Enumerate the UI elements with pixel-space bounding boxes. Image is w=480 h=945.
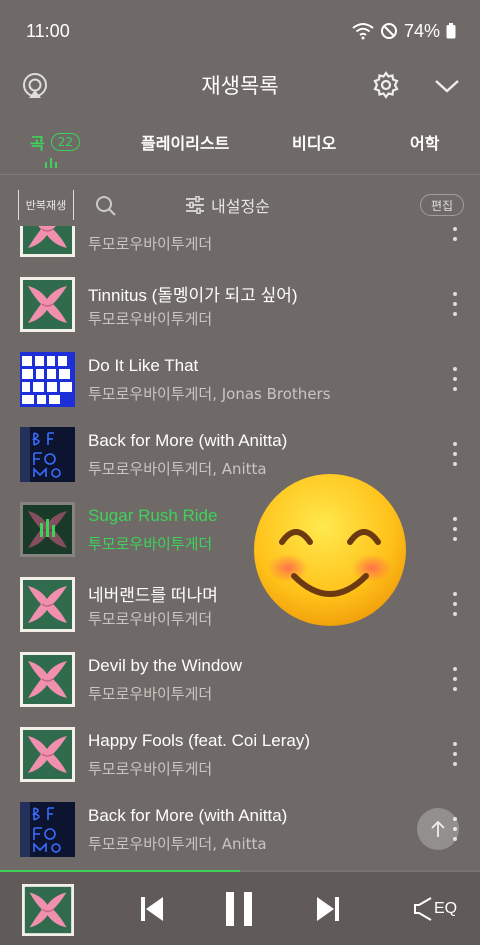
more-options-icon[interactable] — [452, 517, 458, 541]
more-options-icon[interactable] — [452, 226, 458, 241]
scroll-to-top-button[interactable] — [417, 808, 459, 850]
song-row[interactable]: Back for More (with Anitta) 투모로우바이투게더, An… — [0, 418, 480, 493]
mini-player: EQ — [0, 870, 480, 945]
battery-icon — [446, 23, 456, 39]
search-button[interactable] — [94, 194, 118, 218]
song-artist: 투모로우바이투게더 — [88, 610, 213, 628]
more-options-icon[interactable] — [452, 742, 458, 766]
header: 재생목록 — [0, 62, 480, 108]
chevron-down-icon — [435, 80, 459, 93]
song-row[interactable]: 네버랜드를 떠나며투모로우바이투게더 — [0, 568, 480, 643]
song-title: Do It Like That — [88, 356, 199, 375]
sort-sliders-icon — [186, 196, 204, 214]
song-artist: 투모로우바이투게더 — [88, 760, 213, 778]
eq-label: EQ — [433, 900, 458, 917]
do-not-disturb-icon — [380, 23, 397, 39]
status-bar: 11:00 74% — [0, 0, 480, 62]
tab-videos-label: 비디오 — [292, 134, 337, 153]
cast-button[interactable] — [20, 70, 50, 100]
pause-icon — [226, 892, 252, 926]
song-list[interactable]: Happy Fools (feat. Coi Leray)투모로우바이투게더Ti… — [0, 226, 480, 870]
song-title: 네버랜드를 떠나며 — [88, 586, 218, 605]
album-cover — [20, 802, 75, 857]
edit-button[interactable]: 편집 — [420, 194, 464, 216]
arrow-up-icon — [431, 820, 445, 837]
song-row[interactable]: Do It Like That 투모로우바이투게더, Jonas Brothers — [0, 343, 480, 418]
song-title: Back for More (with Anitta) — [88, 806, 288, 825]
battery-percent: 74% — [403, 20, 440, 41]
song-title: Devil by the Window — [88, 656, 243, 675]
song-artist: 투모로우바이투게더 — [88, 235, 213, 253]
page-title: 재생목록 — [201, 74, 279, 98]
song-artist: 투모로우바이투게더 — [88, 310, 213, 328]
album-cover — [20, 502, 75, 557]
song-artist: 투모로우바이투게더 — [88, 535, 213, 553]
sort-button[interactable]: 내설정순 — [185, 193, 270, 217]
pause-button[interactable] — [220, 890, 258, 928]
now-playing-indicator-icon — [45, 158, 57, 168]
song-row[interactable]: Back for More (with Anitta) 투모로우바이투게더, An… — [0, 793, 480, 868]
album-cover — [20, 427, 75, 482]
tab-playlists-label: 플레이리스트 — [141, 134, 230, 153]
album-cover — [20, 226, 75, 257]
tab-songs[interactable]: 곡 22 — [30, 130, 81, 154]
more-options-icon[interactable] — [452, 592, 458, 616]
album-cover — [20, 352, 75, 407]
song-count-badge: 22 — [50, 133, 81, 151]
sort-label: 내설정순 — [211, 197, 270, 216]
equalizer-button[interactable]: EQ — [412, 894, 458, 924]
song-artist: 투모로우바이투게더, Anitta — [88, 460, 267, 478]
repeat-label: 반복재생 — [25, 199, 67, 212]
song-artist: 투모로우바이투게더, Jonas Brothers — [88, 385, 331, 403]
tab-language[interactable]: 어학 — [410, 130, 439, 154]
song-row[interactable]: Happy Fools (feat. Coi Leray) 투모로우바이투게더 — [0, 718, 480, 793]
edit-label: 편집 — [430, 198, 454, 213]
album-cover — [20, 577, 75, 632]
more-options-icon[interactable] — [452, 442, 458, 466]
wifi-icon — [352, 23, 374, 40]
search-icon — [96, 196, 116, 216]
song-row[interactable]: Devil by the Window 투모로우바이투게더 — [0, 643, 480, 718]
song-artist: 투모로우바이투게더 — [88, 685, 213, 703]
speaker-icon — [413, 897, 432, 921]
tab-language-label: 어학 — [410, 134, 440, 153]
list-toolbar: 반복재생 내설정순 편집 — [0, 186, 480, 226]
gear-icon — [373, 71, 399, 99]
progress-fill — [0, 870, 240, 872]
album-cover — [20, 277, 75, 332]
album-cover — [20, 652, 75, 707]
more-options-icon[interactable] — [452, 667, 458, 691]
smiling-face-emoji-icon — [254, 474, 406, 626]
next-button[interactable] — [311, 892, 345, 926]
album-cover — [20, 727, 75, 782]
song-title: Back for More (with Anitta) — [88, 431, 288, 450]
song-title: Happy Fools (feat. Coi Leray) — [88, 731, 311, 750]
tab-playlists[interactable]: 플레이리스트 — [141, 130, 229, 154]
song-title: Tinnitus (돌멩이가 되고 싶어) — [88, 286, 298, 305]
previous-button[interactable] — [135, 892, 169, 926]
song-artist: 투모로우바이투게더, Anitta — [88, 835, 267, 853]
skip-previous-icon — [141, 897, 163, 921]
now-playing-cover[interactable] — [22, 884, 74, 936]
settings-button[interactable] — [371, 70, 401, 100]
song-title: Sugar Rush Ride — [88, 506, 218, 525]
more-options-icon[interactable] — [452, 367, 458, 391]
song-row[interactable]: Sugar Rush Ride 투모로우바이투게더 — [0, 493, 480, 568]
song-row[interactable]: Happy Fools (feat. Coi Leray)투모로우바이투게더 — [0, 226, 480, 268]
cast-icon — [23, 73, 47, 98]
skip-next-icon — [317, 897, 339, 921]
repeat-button[interactable]: 반복재생 — [18, 190, 74, 220]
more-options-icon[interactable] — [452, 292, 458, 316]
tab-bar: 곡 22 플레이리스트 비디오 어학 — [0, 120, 480, 175]
status-time: 11:00 — [26, 20, 70, 41]
tab-songs-label: 곡 — [30, 134, 45, 153]
tab-videos[interactable]: 비디오 — [292, 130, 336, 154]
collapse-button[interactable] — [432, 72, 462, 100]
song-row[interactable]: Tinnitus (돌멩이가 되고 싶어) 투모로우바이투게더 — [0, 268, 480, 343]
playing-overlay-icon — [20, 502, 75, 557]
